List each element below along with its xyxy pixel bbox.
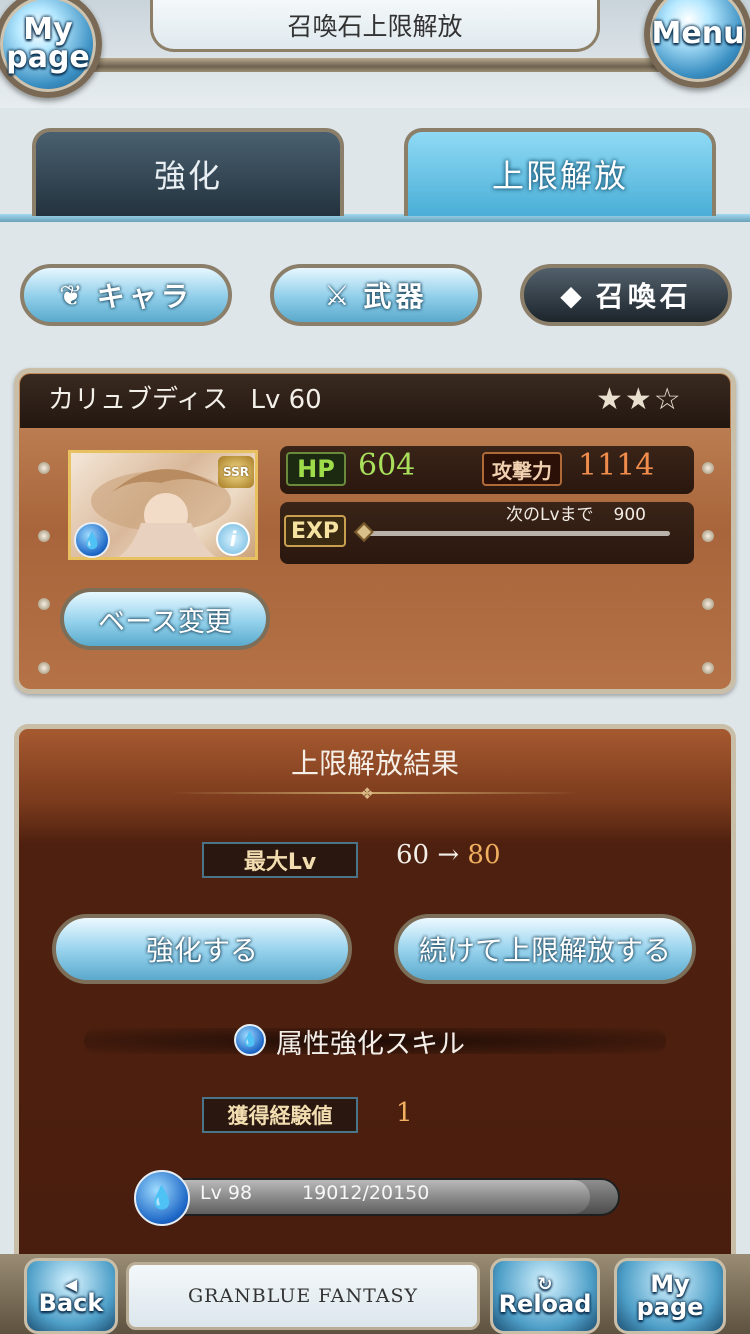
player-exp: 19012/20150 xyxy=(302,1182,430,1204)
next-level-info: 次のLvまで 900 xyxy=(506,500,646,525)
exp-gained-value: 1 xyxy=(396,1098,413,1128)
summon-name-row: カリュブディス Lv 60 xyxy=(48,380,322,420)
hp-value: 604 xyxy=(358,448,416,483)
arrow-icon: → xyxy=(437,840,460,870)
category-character-button[interactable]: ❦ キャラ xyxy=(20,264,232,326)
result-title: 上限解放結果 xyxy=(290,747,459,780)
rivet xyxy=(702,662,714,674)
change-base-button[interactable]: ベース変更 xyxy=(60,588,270,650)
hp-label: HP xyxy=(286,452,346,486)
water-element-icon: 💧 xyxy=(134,1170,190,1226)
uncap-result-panel xyxy=(14,724,736,1254)
rivet xyxy=(38,662,50,674)
category-weapon-label: 武器 xyxy=(363,280,428,313)
menu-label: Menu xyxy=(651,15,745,51)
character-emblem-icon: ❦ xyxy=(59,278,83,312)
exp-progress-bar xyxy=(362,531,670,536)
category-character-label: キャラ xyxy=(96,280,193,313)
water-element-icon: 💧 xyxy=(74,522,110,558)
enhance-button[interactable]: 強化する xyxy=(52,914,352,984)
game-logo-text: GRANBLUE FANTASY xyxy=(187,1285,419,1307)
attack-label: 攻撃力 xyxy=(482,452,562,486)
ornament-icon: ❖ xyxy=(360,784,375,803)
tab-uncap[interactable]: 上限解放 xyxy=(404,128,716,216)
crossed-swords-icon: ⚔ xyxy=(324,278,350,312)
next-level-value: 900 xyxy=(613,505,646,525)
category-summon-button[interactable]: ◆ 召喚石 xyxy=(520,264,732,326)
back-label: Back xyxy=(38,1289,104,1318)
tab-uncap-label: 上限解放 xyxy=(491,157,628,195)
category-summon-label: 召喚石 xyxy=(595,280,692,313)
result-divider xyxy=(170,792,580,794)
skill-name: 属性強化スキル xyxy=(276,1029,465,1060)
reload-label: Reload xyxy=(498,1290,592,1319)
rivet xyxy=(702,598,714,610)
max-level-label: 最大Lv xyxy=(202,842,358,878)
game-logo: GRANBLUE FANTASY xyxy=(126,1262,480,1330)
crystal-icon: ◆ xyxy=(560,278,582,312)
summon-level: Lv 60 xyxy=(250,385,322,415)
change-base-label: ベース変更 xyxy=(98,606,232,638)
rivet xyxy=(702,530,714,542)
rarity-badge: SSR xyxy=(218,456,254,488)
enhance-button-label: 強化する xyxy=(145,934,258,967)
summon-name: カリュブディス xyxy=(48,385,229,415)
exp-gained-label: 獲得経験値 xyxy=(202,1097,358,1133)
back-button[interactable]: ◀ Back xyxy=(24,1258,118,1334)
info-icon[interactable]: i xyxy=(216,522,250,556)
page-title-text: 召喚石上限解放 xyxy=(287,11,463,41)
footer-mypage-button[interactable]: My page xyxy=(614,1258,726,1334)
header-rail xyxy=(40,58,710,72)
exp-label: EXP xyxy=(284,515,346,547)
max-level-change: 60 → 80 xyxy=(396,840,501,870)
footer-mypage-bottom: page xyxy=(636,1293,704,1321)
water-element-icon: 💧 xyxy=(234,1024,266,1056)
uncap-stars: ★★☆ xyxy=(596,382,683,417)
mypage-label-bottom: page xyxy=(6,40,90,75)
tab-enhance-label: 強化 xyxy=(153,157,222,195)
max-level-to: 80 xyxy=(467,840,501,870)
player-level: Lv 98 xyxy=(200,1182,253,1204)
next-level-label: 次のLvまで xyxy=(506,505,594,525)
category-weapon-button[interactable]: ⚔ 武器 xyxy=(270,264,482,326)
continue-uncap-button[interactable]: 続けて上限解放する xyxy=(394,914,696,984)
continue-uncap-label: 続けて上限解放する xyxy=(418,934,671,967)
tab-enhance[interactable]: 強化 xyxy=(32,128,344,216)
player-level-info: Lv 98 19012/20150 xyxy=(200,1182,429,1204)
reload-button[interactable]: ↻ Reload xyxy=(490,1258,600,1334)
rivet xyxy=(702,462,714,474)
rivet xyxy=(38,530,50,542)
rivet xyxy=(38,462,50,474)
attack-value: 1114 xyxy=(578,448,655,483)
max-level-from: 60 xyxy=(396,840,430,870)
page-title: 召喚石上限解放 xyxy=(150,0,600,52)
rivet xyxy=(38,598,50,610)
